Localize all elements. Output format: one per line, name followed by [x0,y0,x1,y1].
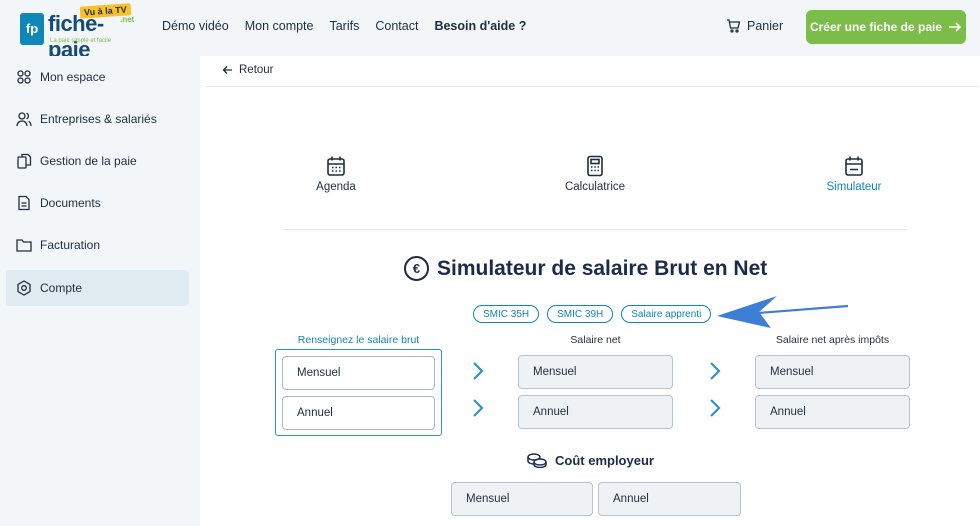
sidebar-item-mon-espace[interactable]: Mon espace [6,59,189,95]
tool-label: Agenda [316,181,356,193]
chevron-right-icon [473,362,484,380]
back-link[interactable]: Retour [222,64,274,76]
tool-simulateur[interactable]: Simulateur [794,155,914,193]
calendar-check-icon [845,156,863,176]
nav-contact[interactable]: Contact [375,19,418,33]
preset-smic-39h[interactable]: SMIC 39H [547,305,614,323]
employer-cost-monthly-output[interactable]: Mensuel [451,482,593,516]
sidebar-item-label: Gestion de la paie [40,154,137,168]
tool-calculatrice[interactable]: Calculatrice [535,155,655,193]
cta-label: Créer une fiche de paie [809,20,943,34]
grid-icon [17,70,31,84]
sidebar-item-label: Documents [40,196,101,210]
net-after-tax-column-label: Salaire net après impôts [775,334,890,346]
logo[interactable]: fp fiche-paie Vu à la TV .net La paie si… [16,3,140,62]
sidebar-item-entreprises[interactable]: Entreprises & salariés [6,101,189,137]
calendar-icon [327,156,345,176]
arrow-right-icon [949,22,962,32]
sidebar-item-label: Entreprises & salariés [40,112,157,126]
logo-tagline: La paie simple et facile [50,38,112,44]
tool-label: Calculatrice [564,181,626,193]
gear-icon [17,280,31,296]
top-header: fp fiche-paie Vu à la TV .net La paie si… [0,0,980,62]
page-title-text: Simulateur de salaire Brut en Net [437,256,768,280]
net-yearly-output[interactable]: Annuel [518,395,673,429]
chevron-right-icon [473,399,484,417]
coins-icon [527,453,547,468]
logo-net: .net [120,15,135,24]
sidebar-item-documents[interactable]: Documents [6,185,189,221]
back-label: Retour [239,64,274,76]
brut-monthly-input[interactable]: Mensuel [282,356,435,390]
brut-yearly-input[interactable]: Annuel [282,396,435,430]
sidebar: Mon espace Entreprises & salariés Gestio… [0,56,200,526]
employer-cost-yearly-output[interactable]: Annuel [598,482,741,516]
sidebar-item-gestion-paie[interactable]: Gestion de la paie [6,143,189,179]
documents-icon [17,153,32,169]
arrow-left-icon [222,66,232,74]
main-nav: Démo vidéo Mon compte Tarifs Contact Bes… [162,19,526,33]
cart-label: Panier [747,19,784,33]
sidebar-item-label: Mon espace [40,70,106,84]
page-title: € Simulateur de salaire Brut en Net [404,256,767,281]
chevron-right-icon [710,399,721,417]
sidebar-item-label: Compte [40,281,83,295]
divider [206,86,978,87]
salary-presets: SMIC 35H SMIC 39H Salaire apprenti [473,305,712,323]
preset-salaire-apprenti[interactable]: Salaire apprenti [621,305,712,323]
chevron-right-icon [710,362,721,380]
calculator-icon [587,155,603,177]
create-payslip-button[interactable]: Créer une fiche de paie [806,10,966,44]
nav-tarifs[interactable]: Tarifs [329,19,359,33]
net-monthly-output[interactable]: Mensuel [518,355,673,389]
sidebar-item-compte[interactable]: Compte [6,270,189,306]
cart-link[interactable]: Panier [726,19,783,33]
net-after-tax-yearly-output[interactable]: Annuel [755,395,910,429]
cart-icon [727,19,741,33]
nav-demo-video[interactable]: Démo vidéo [162,19,229,33]
net-after-tax-monthly-output[interactable]: Mensuel [755,355,910,389]
sidebar-item-facturation[interactable]: Facturation [6,227,189,263]
tool-label: Simulateur [826,181,882,193]
employer-cost-title: Coût employeur [555,452,654,468]
tool-agenda[interactable]: Agenda [276,155,396,193]
logo-badge: fp [20,13,44,45]
brut-column-label: Renseignez le salaire brut [297,334,420,346]
annotation-arrow [717,296,849,328]
euro-icon: € [404,256,429,281]
divider [284,229,907,230]
folder-icon [16,239,32,252]
preset-smic-35h[interactable]: SMIC 35H [473,305,540,323]
document-icon [18,195,30,211]
employer-cost-heading: Coût employeur [526,452,654,468]
sidebar-item-label: Facturation [40,238,101,252]
nav-mon-compte[interactable]: Mon compte [245,19,314,33]
nav-besoin-aide[interactable]: Besoin d'aide ? [434,19,526,33]
net-column-label: Salaire net [570,334,621,346]
users-icon [16,112,32,127]
